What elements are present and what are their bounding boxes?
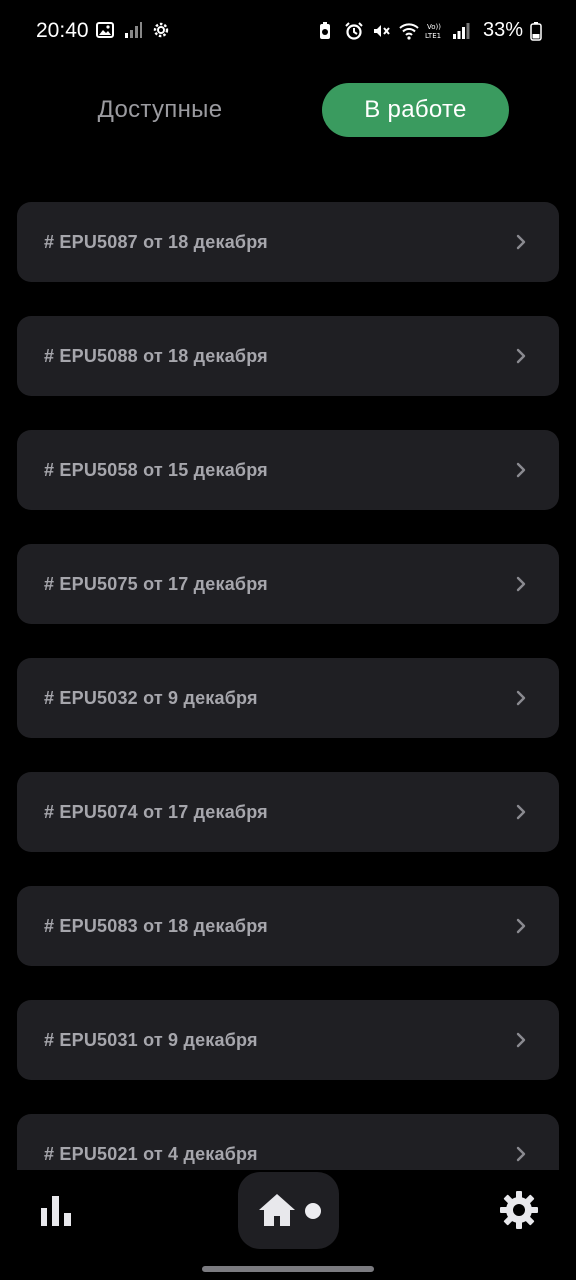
active-indicator-dot: [305, 1203, 321, 1219]
chevron-right-icon: [516, 348, 526, 364]
home-icon: [259, 1194, 295, 1226]
status-bar: 20:40 Vo)) LTE1 33%: [0, 0, 576, 64]
list-item-order[interactable]: # EPU5074 от 17 декабря: [17, 772, 559, 852]
gesture-home-bar[interactable]: [202, 1266, 374, 1272]
svg-text:Vo)): Vo)): [427, 23, 441, 31]
volte-icon: Vo)) LTE1: [425, 21, 445, 41]
order-tabs: Доступные В работе: [0, 83, 576, 137]
chevron-right-icon: [516, 1032, 526, 1048]
order-label: # EPU5074 от 17 декабря: [44, 802, 268, 822]
chevron-right-icon: [516, 462, 526, 478]
settings-icon[interactable]: [499, 1190, 539, 1230]
battery-saver-icon: [317, 21, 337, 41]
battery-icon: [530, 21, 542, 41]
alarm-icon: [344, 21, 364, 41]
settings-cog-icon: [151, 20, 171, 40]
order-label: # EPU5032 от 9 декабря: [44, 688, 258, 708]
bottom-nav: [0, 1170, 576, 1280]
battery-percent: 33%: [482, 19, 523, 41]
svg-text:LTE1: LTE1: [425, 32, 441, 40]
list-item-order[interactable]: # EPU5031 от 9 декабря: [17, 1000, 559, 1080]
chevron-right-icon: [516, 234, 526, 250]
order-label: # EPU5083 от 18 декабря: [44, 916, 268, 936]
list-item-order[interactable]: # EPU5058 от 15 декабря: [17, 430, 559, 510]
tab-in-work[interactable]: В работе: [322, 83, 509, 137]
chevron-right-icon: [516, 918, 526, 934]
order-label: # EPU5031 от 9 декабря: [44, 1030, 258, 1050]
status-time: 20:40: [36, 19, 89, 42]
image-icon: [95, 20, 115, 40]
stats-icon[interactable]: [39, 1194, 75, 1228]
list-item-order[interactable]: # EPU5088 от 18 декабря: [17, 316, 559, 396]
list-item-order[interactable]: # EPU5083 от 18 декабря: [17, 886, 559, 966]
status-left-icons: [95, 20, 171, 40]
list-item-order[interactable]: # EPU5032 от 9 декабря: [17, 658, 559, 738]
order-label: # EPU5058 от 15 декабря: [44, 460, 268, 480]
mute-icon: [371, 21, 391, 41]
chevron-right-icon: [516, 690, 526, 706]
order-label: # EPU5021 от 4 декабря: [44, 1144, 258, 1164]
chevron-right-icon: [516, 576, 526, 592]
list-item-order[interactable]: # EPU5021 от 4 декабря: [17, 1114, 559, 1170]
signal-icon: [123, 20, 143, 40]
nav-home-button[interactable]: [238, 1172, 339, 1249]
order-label: # EPU5075 от 17 декабря: [44, 574, 268, 594]
order-label: # EPU5087 от 18 декабря: [44, 232, 268, 252]
tab-available[interactable]: Доступные: [70, 83, 250, 137]
chevron-right-icon: [516, 804, 526, 820]
order-label: # EPU5088 от 18 декабря: [44, 346, 268, 366]
wifi-icon: [398, 21, 419, 41]
chevron-right-icon: [516, 1146, 526, 1162]
status-right-icons: Vo)) LTE1 33%: [317, 19, 542, 42]
orders-list: # EPU5087 от 18 декабря # EPU5088 от 18 …: [17, 202, 559, 1170]
list-item-order[interactable]: # EPU5075 от 17 декабря: [17, 544, 559, 624]
cell-signal-icon: [452, 21, 472, 41]
list-item-order[interactable]: # EPU5087 от 18 декабря: [17, 202, 559, 282]
